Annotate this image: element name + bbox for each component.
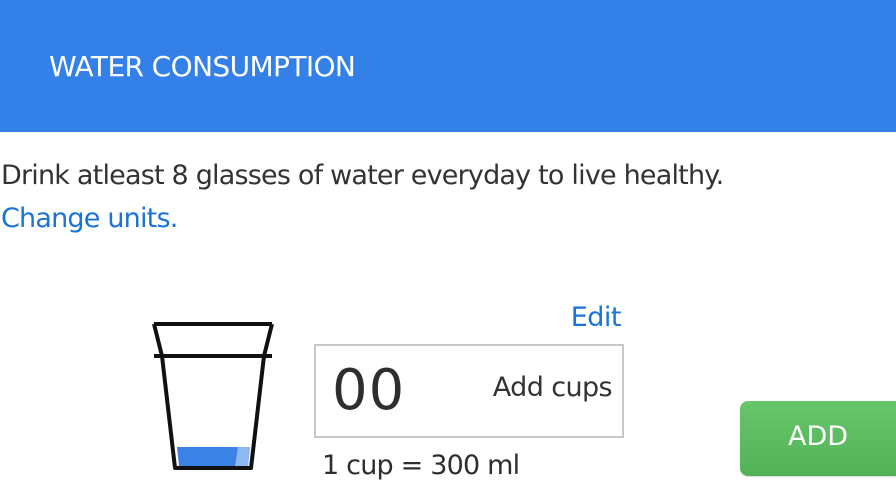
intro-text: Drink atleast 8 glasses of water everyda…: [1, 160, 724, 191]
add-button[interactable]: ADD: [740, 401, 896, 476]
water-consumption-page: WATER CONSUMPTION Drink atleast 8 glasse…: [0, 0, 896, 500]
add-cups-label: Add cups: [492, 372, 613, 403]
page-title: WATER CONSUMPTION: [49, 50, 356, 83]
cups-input[interactable]: 00 Add cups: [314, 344, 624, 438]
edit-link[interactable]: Edit: [571, 302, 622, 333]
cups-count: 00: [332, 358, 406, 423]
cup-conversion-text: 1 cup = 300 ml: [322, 450, 520, 481]
change-units-link[interactable]: Change units.: [1, 203, 178, 234]
header-bar: WATER CONSUMPTION: [0, 0, 896, 132]
water-glass-icon: [152, 322, 274, 470]
